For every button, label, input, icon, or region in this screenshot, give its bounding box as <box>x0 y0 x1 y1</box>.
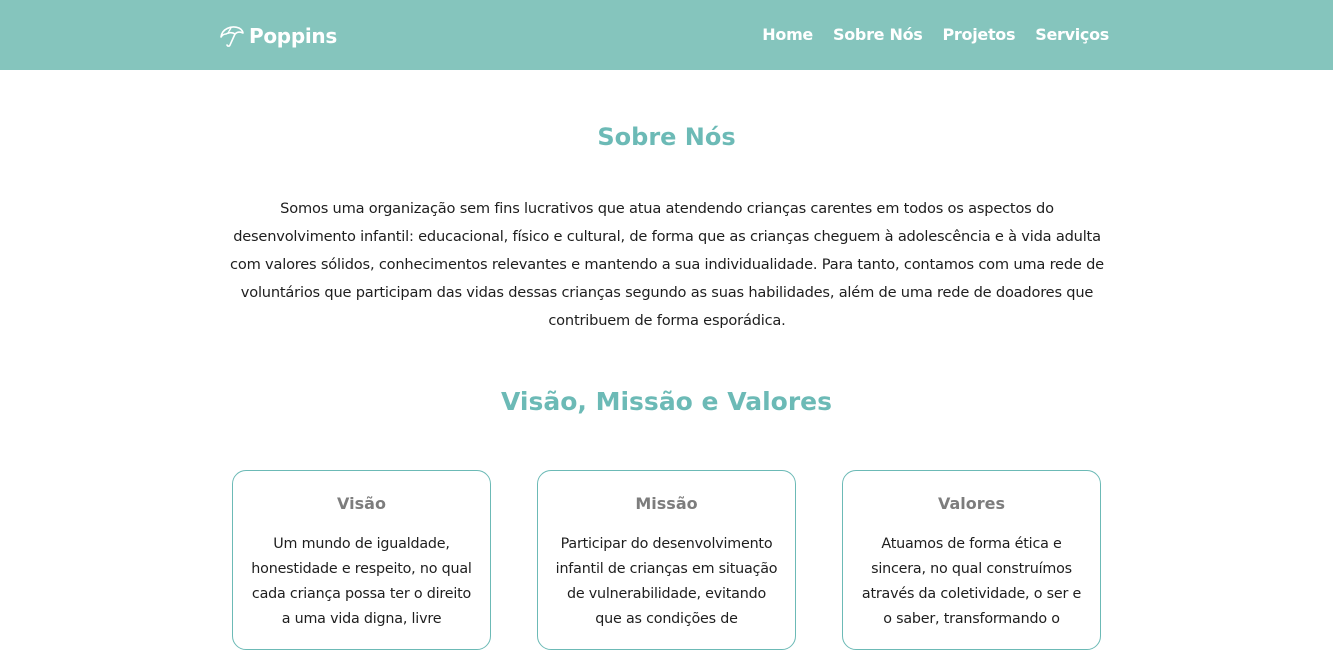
about-description: Somos uma organização sem fins lucrativo… <box>230 200 1104 329</box>
about-section-title: Sobre Nós <box>597 123 736 151</box>
nav-link-projetos[interactable]: Projetos <box>943 24 1016 46</box>
brand-name: Poppins <box>249 24 337 48</box>
card-missao: Missão Participar do desenvolvimento inf… <box>537 470 796 650</box>
brand-logo-link[interactable]: Poppins <box>218 22 337 50</box>
card-title: Visão <box>337 494 386 513</box>
nav-link-servicos[interactable]: Serviços <box>1035 24 1109 46</box>
card-text: Participar do desenvolvimento infantil d… <box>555 536 778 627</box>
nav-link-home[interactable]: Home <box>762 24 813 46</box>
nav-link-sobre-nos[interactable]: Sobre Nós <box>833 24 923 46</box>
card-text: Um mundo de igualdade, honestidade e res… <box>251 536 472 627</box>
umbrella-icon <box>220 26 244 47</box>
navbar: Poppins Home Sobre Nós Projetos Serviços <box>0 0 1333 70</box>
card-valores: Valores Atuamos de forma ética e sincera… <box>842 470 1101 650</box>
card-title: Missão <box>635 494 698 513</box>
card-title: Valores <box>937 494 1006 513</box>
card-visao: Visão Um mundo de igualdade, honestidade… <box>232 470 491 650</box>
main-nav: Home Sobre Nós Projetos Serviços <box>762 24 1109 46</box>
vmv-section-title: Visão, Missão e Valores <box>501 387 832 416</box>
card-text: Atuamos de forma ética e sincera, no qua… <box>861 536 1082 627</box>
